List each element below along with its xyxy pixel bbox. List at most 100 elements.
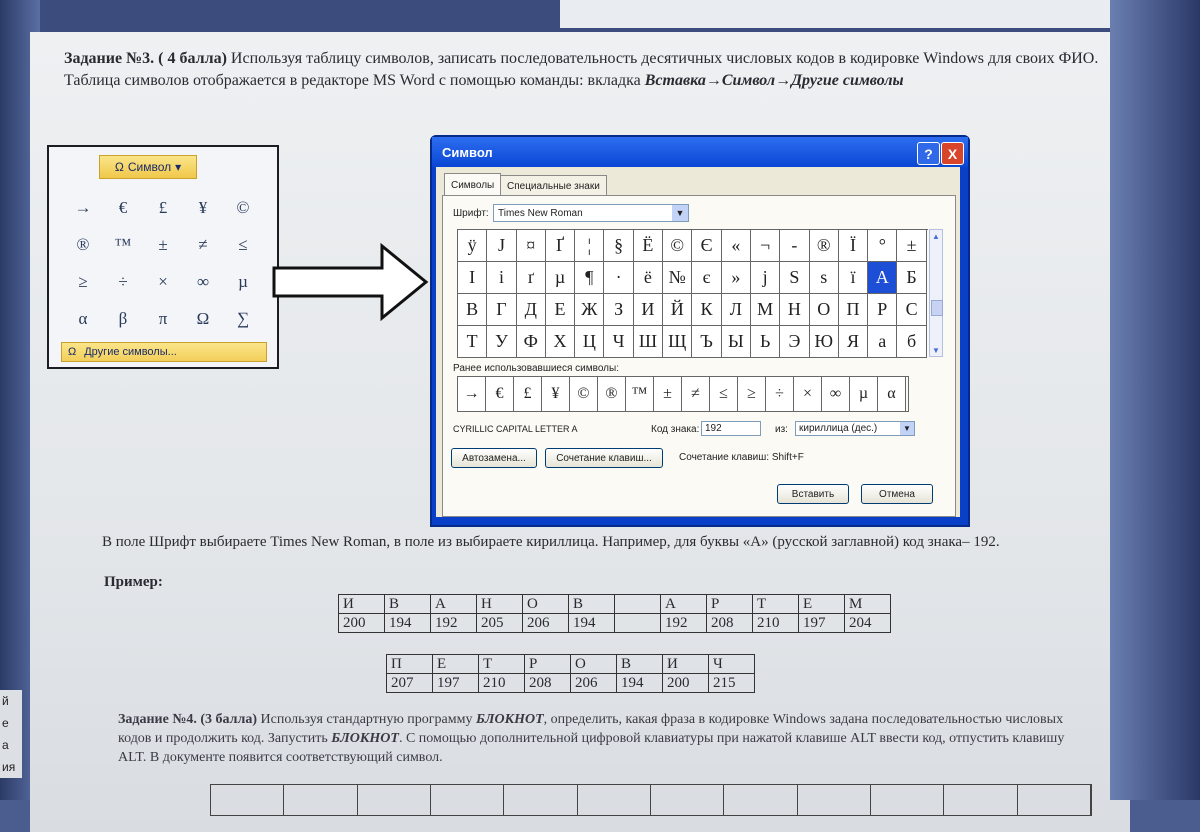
scroll-thumb[interactable]: [931, 300, 943, 316]
recent-symbol-cell[interactable]: →: [458, 377, 486, 411]
symbol-cell[interactable]: ѕ: [809, 262, 839, 294]
scroll-down-icon[interactable]: ▼: [930, 344, 942, 356]
symbol-cell[interactable]: Й: [663, 294, 693, 326]
symbol-cell[interactable]: Д: [516, 294, 546, 326]
symbol-cell[interactable]: К: [692, 294, 722, 326]
recent-symbol-cell[interactable]: µ: [850, 377, 878, 411]
symbol-cell[interactable]: а: [868, 326, 898, 358]
help-button[interactable]: ?: [917, 142, 940, 165]
symbol-cell[interactable]: Н: [780, 294, 810, 326]
symbol-cell[interactable]: Ж: [575, 294, 605, 326]
symbol-cell[interactable]: ё: [633, 262, 664, 294]
symbol-cell[interactable]: Є: [692, 230, 722, 262]
other-symbols-item[interactable]: Ω Другие символы...: [61, 342, 267, 362]
symbol-cell[interactable]: ÿ: [458, 230, 488, 262]
recent-symbol-cell[interactable]: ×: [794, 377, 822, 411]
symbol-cell[interactable]: -: [780, 230, 810, 262]
autocorrect-button[interactable]: Автозамена...: [451, 448, 537, 468]
symbol-cell[interactable]: Ш: [633, 326, 664, 358]
symbol-cell[interactable]: «: [721, 230, 751, 262]
recent-symbol-cell[interactable]: ÷: [766, 377, 794, 411]
shortcut-key-button[interactable]: Сочетание клавиш...: [545, 448, 663, 468]
symbol-cell[interactable]: Ы: [721, 326, 751, 358]
recent-symbol-cell[interactable]: ®: [598, 377, 626, 411]
quick-symbol-cell[interactable]: ≠: [183, 226, 223, 263]
quick-symbol-cell[interactable]: ±: [143, 226, 183, 263]
font-select[interactable]: Times New Roman ▼: [493, 204, 689, 222]
symbol-cell[interactable]: О: [809, 294, 839, 326]
quick-symbol-cell[interactable]: ¥: [183, 189, 223, 226]
char-code-field[interactable]: 192: [701, 421, 761, 436]
quick-symbol-cell[interactable]: ≥: [63, 263, 103, 300]
quick-symbol-cell[interactable]: €: [103, 189, 143, 226]
symbol-cell[interactable]: Я: [838, 326, 869, 358]
symbol-cell[interactable]: ·: [604, 262, 634, 294]
quick-symbol-cell[interactable]: β: [103, 300, 143, 337]
quick-symbol-cell[interactable]: £: [143, 189, 183, 226]
quick-symbol-cell[interactable]: ≤: [223, 226, 263, 263]
quick-symbol-cell[interactable]: µ: [223, 263, 263, 300]
quick-symbol-cell[interactable]: ®: [63, 226, 103, 263]
recent-symbol-cell[interactable]: £: [514, 377, 542, 411]
symbol-cell[interactable]: Х: [545, 326, 576, 358]
symbol-cell[interactable]: Ф: [516, 326, 546, 358]
symbol-cell[interactable]: Ґ: [545, 230, 576, 262]
scroll-up-icon[interactable]: ▲: [930, 230, 942, 242]
symbol-cell[interactable]: І: [458, 262, 488, 294]
recent-symbol-cell[interactable]: ≤: [710, 377, 738, 411]
symbol-cell[interactable]: Ц: [575, 326, 605, 358]
quick-symbol-cell[interactable]: ÷: [103, 263, 143, 300]
symbol-cell[interactable]: °: [868, 230, 898, 262]
symbol-cell[interactable]: №: [663, 262, 693, 294]
symbol-cell[interactable]: §: [604, 230, 634, 262]
symbol-cell[interactable]: ј: [750, 262, 781, 294]
symbol-cell[interactable]: Щ: [663, 326, 693, 358]
tab-symbols[interactable]: Символы: [444, 173, 502, 196]
symbol-cell[interactable]: Ь: [750, 326, 781, 358]
symbol-cell[interactable]: М: [750, 294, 781, 326]
symbol-cell[interactable]: И: [633, 294, 664, 326]
symbol-cell[interactable]: є: [692, 262, 722, 294]
recent-symbol-cell[interactable]: ∞: [822, 377, 850, 411]
recent-symbol-cell[interactable]: α: [878, 377, 906, 411]
symbol-cell[interactable]: ©: [663, 230, 693, 262]
symbol-cell[interactable]: Ё: [633, 230, 664, 262]
symbol-cell[interactable]: З: [604, 294, 634, 326]
symbol-cell[interactable]: Г: [487, 294, 517, 326]
insert-button[interactable]: Вставить: [777, 484, 849, 504]
symbol-cell[interactable]: Ѕ: [780, 262, 810, 294]
symbol-cell[interactable]: ±: [897, 230, 927, 262]
symbol-cell[interactable]: П: [838, 294, 869, 326]
quick-symbol-cell[interactable]: →: [63, 189, 103, 226]
symbol-grid-scrollbar[interactable]: ▲ ▼: [929, 229, 943, 357]
quick-symbol-cell[interactable]: π: [143, 300, 183, 337]
chevron-down-icon[interactable]: ▼: [900, 422, 914, 435]
quick-symbol-cell[interactable]: Ω: [183, 300, 223, 337]
symbol-cell[interactable]: б: [897, 326, 927, 358]
quick-symbol-cell[interactable]: α: [63, 300, 103, 337]
encoding-select[interactable]: кириллица (дес.) ▼: [795, 421, 915, 436]
symbol-cell[interactable]: В: [458, 294, 488, 326]
symbol-cell[interactable]: У: [487, 326, 517, 358]
quick-symbol-cell[interactable]: ∑: [223, 300, 263, 337]
symbol-cell[interactable]: Р: [868, 294, 898, 326]
recent-symbol-cell[interactable]: ™: [626, 377, 654, 411]
quick-symbol-cell[interactable]: ™: [103, 226, 143, 263]
symbol-cell[interactable]: ¦: [575, 230, 605, 262]
symbol-cell[interactable]: ¤: [516, 230, 546, 262]
symbol-cell[interactable]: ї: [838, 262, 869, 294]
chevron-down-icon[interactable]: ▼: [672, 205, 688, 221]
symbol-cell[interactable]: Ч: [604, 326, 634, 358]
symbol-cell[interactable]: С: [897, 294, 927, 326]
symbol-cell[interactable]: Л: [721, 294, 751, 326]
symbol-cell[interactable]: Б: [897, 262, 927, 294]
symbol-cell[interactable]: Ъ: [692, 326, 722, 358]
quick-symbol-cell[interactable]: ×: [143, 263, 183, 300]
recent-symbol-cell[interactable]: ±: [654, 377, 682, 411]
symbol-ribbon-button[interactable]: Ω Символ ▾: [99, 155, 197, 179]
tab-special-characters[interactable]: Специальные знаки: [500, 175, 607, 196]
quick-symbol-cell[interactable]: ∞: [183, 263, 223, 300]
symbol-cell[interactable]: ®: [809, 230, 839, 262]
quick-symbol-cell[interactable]: ©: [223, 189, 263, 226]
symbol-cell[interactable]: Ї: [838, 230, 869, 262]
